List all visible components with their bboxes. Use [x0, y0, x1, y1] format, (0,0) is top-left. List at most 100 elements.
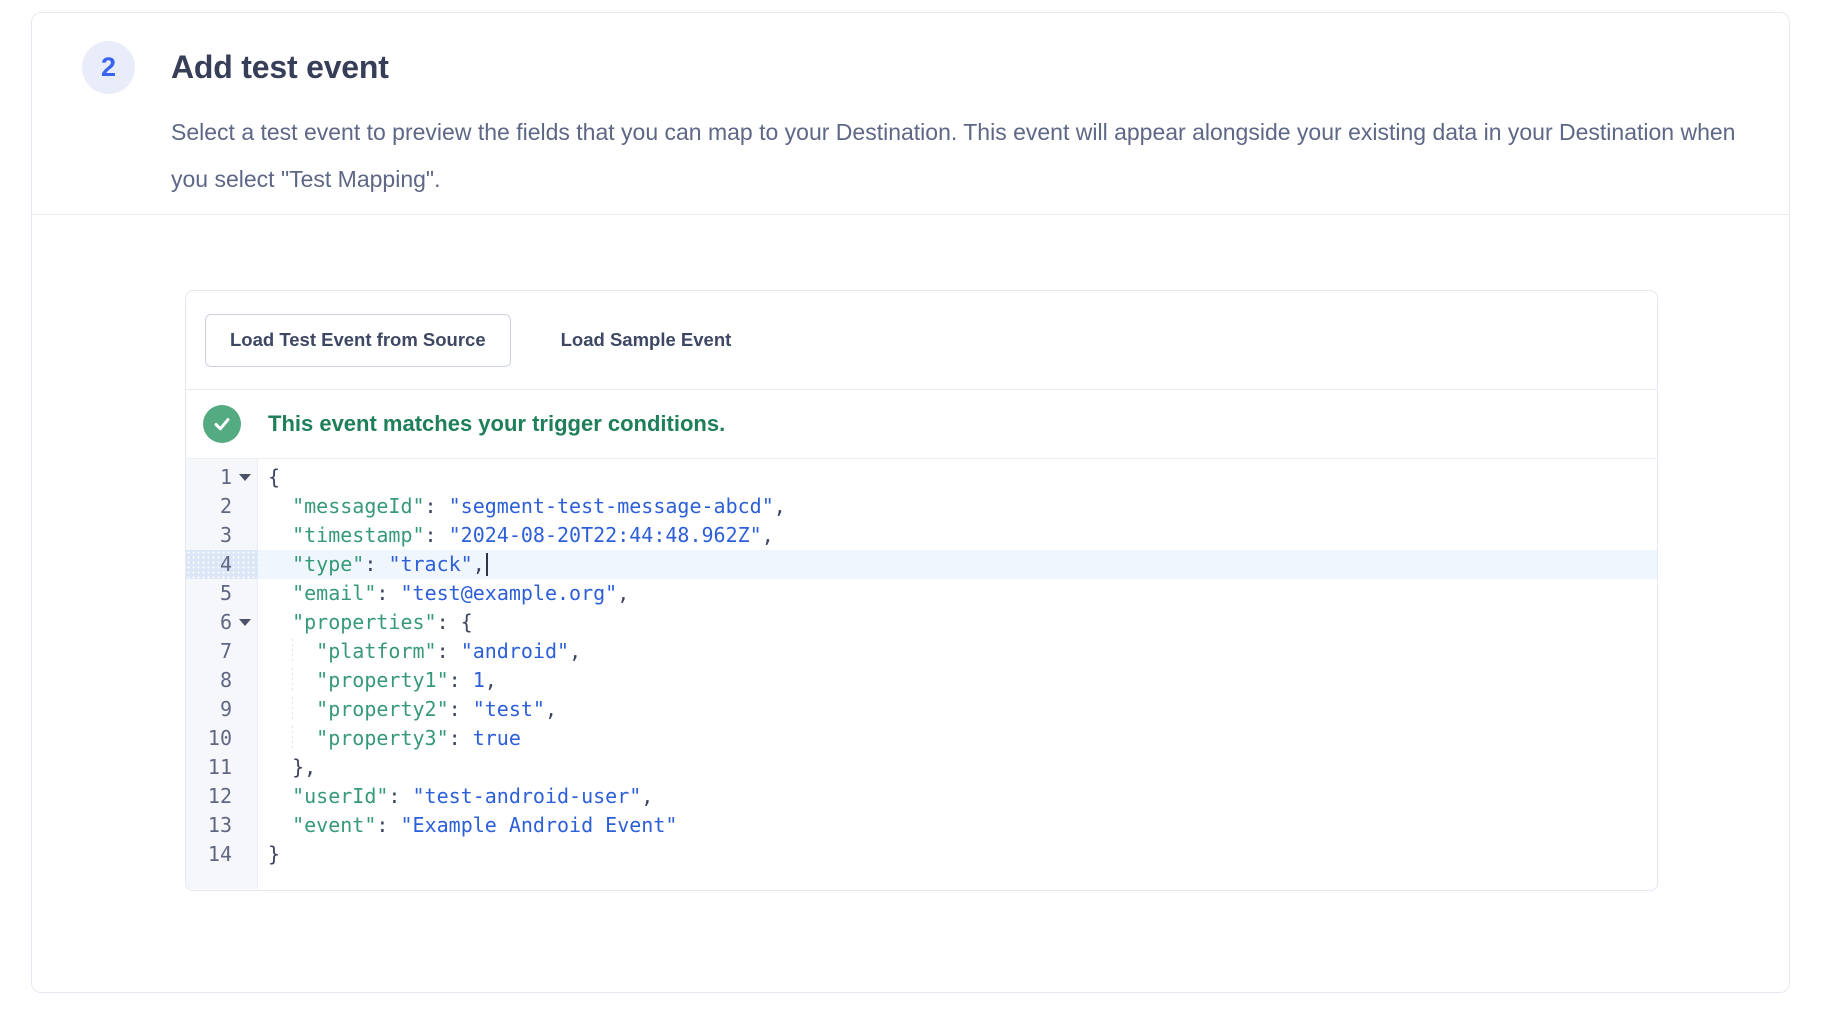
page-title: Add test event — [171, 49, 389, 86]
code-token: }, — [292, 755, 316, 779]
load-sample-event-button[interactable]: Load Sample Event — [551, 314, 742, 367]
code-token — [268, 668, 316, 692]
code-line[interactable]: 9 "property2": "test", — [186, 695, 1657, 724]
code-token: } — [268, 842, 280, 866]
trigger-status-row: This event matches your trigger conditio… — [186, 390, 1657, 459]
code-token: "userId" — [292, 784, 388, 808]
fold-toggle-icon[interactable] — [239, 474, 251, 481]
code-line[interactable]: 8 "property1": 1, — [186, 666, 1657, 695]
code-token: "messageId" — [292, 494, 424, 518]
code-token: "track" — [388, 552, 472, 576]
status-message: This event matches your trigger conditio… — [268, 411, 725, 437]
code-token: , — [485, 668, 497, 692]
line-number: 2 — [186, 492, 232, 521]
code-token: , — [569, 639, 581, 663]
code-token: "type" — [292, 552, 364, 576]
code-line[interactable]: 14} — [186, 840, 1657, 869]
code-token: : — [425, 494, 449, 518]
code-token — [268, 523, 292, 547]
code-token: , — [641, 784, 653, 808]
code-lines: 1{2 "messageId": "segment-test-message-a… — [186, 463, 1657, 869]
code-token: : { — [437, 610, 473, 634]
header-divider — [32, 214, 1789, 215]
code-token — [268, 552, 292, 576]
event-loader-toolbar: Load Test Event from Source Load Sample … — [186, 291, 1657, 390]
step-number: 2 — [101, 52, 116, 83]
code-token: "android" — [461, 639, 569, 663]
code-token — [268, 697, 316, 721]
code-line[interactable]: 7 "platform": "android", — [186, 637, 1657, 666]
code-token: "Example Android Event" — [400, 813, 677, 837]
code-line[interactable]: 13 "event": "Example Android Event" — [186, 811, 1657, 840]
line-number: 11 — [186, 753, 232, 782]
line-number: 3 — [186, 521, 232, 550]
code-token: "property1" — [316, 668, 448, 692]
code-token: : — [364, 552, 388, 576]
code-token: : — [449, 668, 473, 692]
code-line[interactable]: 3 "timestamp": "2024-08-20T22:44:48.962Z… — [186, 521, 1657, 550]
code-token: "test" — [473, 697, 545, 721]
fold-toggle-icon[interactable] — [239, 619, 251, 626]
code-token — [268, 813, 292, 837]
code-token: "properties" — [292, 610, 437, 634]
code-token: "timestamp" — [292, 523, 424, 547]
code-token: : — [388, 784, 412, 808]
code-token: "property3" — [316, 726, 448, 750]
code-token: : — [449, 697, 473, 721]
code-token — [268, 784, 292, 808]
code-token: , — [473, 552, 485, 576]
code-token: , — [545, 697, 557, 721]
code-token: : — [376, 813, 400, 837]
line-number: 8 — [186, 666, 232, 695]
code-token — [268, 639, 316, 663]
code-line[interactable]: 2 "messageId": "segment-test-message-abc… — [186, 492, 1657, 521]
code-token: , — [774, 494, 786, 518]
code-token: "test-android-user" — [413, 784, 642, 808]
code-line[interactable]: 11 }, — [186, 753, 1657, 782]
code-token — [268, 581, 292, 605]
json-editor[interactable]: 1{2 "messageId": "segment-test-message-a… — [186, 459, 1657, 889]
code-token: "platform" — [316, 639, 436, 663]
code-token: : — [437, 639, 461, 663]
line-number: 14 — [186, 840, 232, 869]
line-number: 12 — [186, 782, 232, 811]
code-token: "event" — [292, 813, 376, 837]
code-token: { — [268, 465, 280, 489]
code-token: , — [617, 581, 629, 605]
code-line[interactable]: 1{ — [186, 463, 1657, 492]
test-event-panel: Load Test Event from Source Load Sample … — [185, 290, 1658, 891]
code-token: : — [449, 726, 473, 750]
check-circle-icon — [203, 405, 241, 443]
add-test-event-card: 2 Add test event Select a test event to … — [31, 12, 1790, 993]
code-token: "2024-08-20T22:44:48.962Z" — [449, 523, 762, 547]
code-token: "segment-test-message-abcd" — [449, 494, 774, 518]
code-token: : — [425, 523, 449, 547]
line-number: 1 — [186, 463, 232, 492]
line-number: 9 — [186, 695, 232, 724]
code-token — [268, 726, 316, 750]
page-description: Select a test event to preview the field… — [171, 109, 1761, 203]
code-line[interactable]: 4 "type": "track", — [186, 550, 1657, 579]
code-token: "property2" — [316, 697, 448, 721]
code-line[interactable]: 10 "property3": true — [186, 724, 1657, 753]
step-number-badge: 2 — [82, 41, 135, 94]
line-number: 5 — [186, 579, 232, 608]
line-number: 4 — [186, 550, 232, 579]
code-token — [268, 494, 292, 518]
code-token: , — [762, 523, 774, 547]
code-token: : — [376, 581, 400, 605]
code-line[interactable]: 6 "properties": { — [186, 608, 1657, 637]
code-token: "email" — [292, 581, 376, 605]
load-test-event-button[interactable]: Load Test Event from Source — [205, 314, 511, 367]
code-token: 1 — [473, 668, 485, 692]
line-number: 7 — [186, 637, 232, 666]
line-number: 10 — [186, 724, 232, 753]
code-token — [268, 610, 292, 634]
code-token: "test@example.org" — [400, 581, 617, 605]
code-token: true — [473, 726, 521, 750]
line-number: 6 — [186, 608, 232, 637]
text-cursor — [486, 553, 488, 576]
code-token — [268, 755, 292, 779]
code-line[interactable]: 12 "userId": "test-android-user", — [186, 782, 1657, 811]
code-line[interactable]: 5 "email": "test@example.org", — [186, 579, 1657, 608]
